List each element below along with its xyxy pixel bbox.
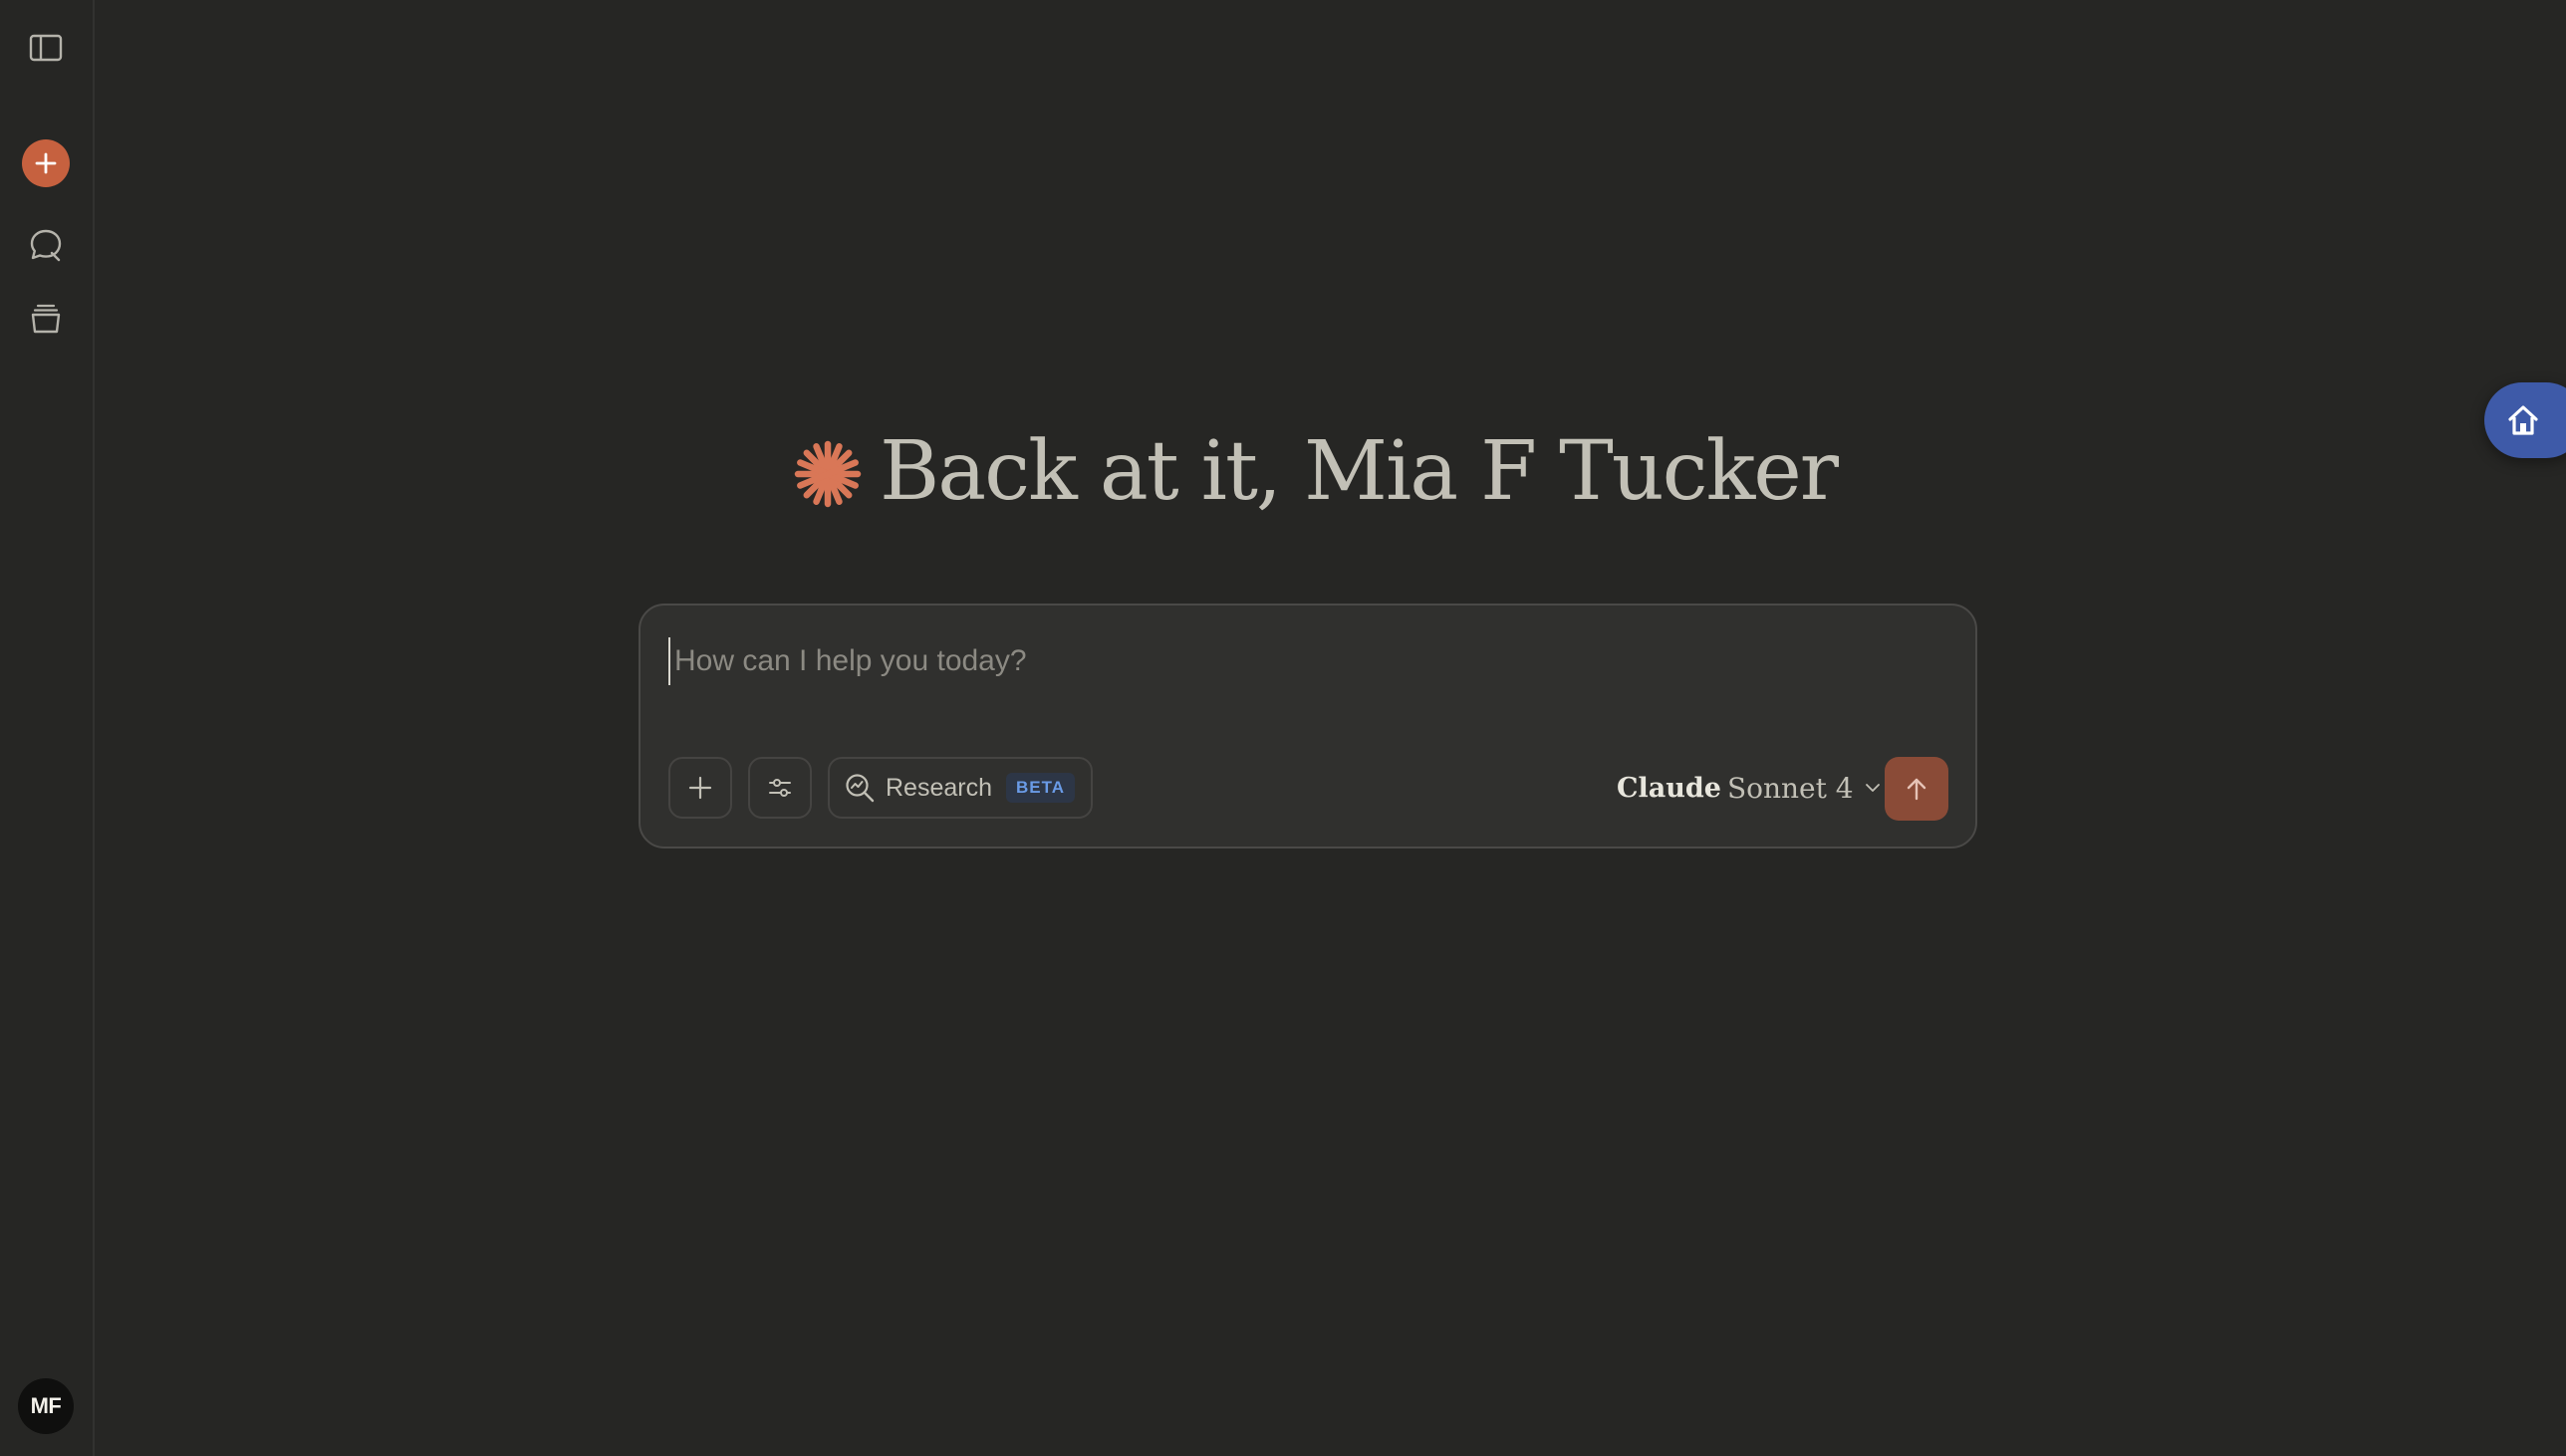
home-icon [2508,405,2538,435]
chat-bubble-icon [30,229,62,262]
model-name: Sonnet 4 [1726,771,1854,805]
projects-button[interactable] [18,291,74,347]
add-content-button[interactable] [668,757,732,819]
new-chat-button[interactable] [18,135,74,191]
tools-button[interactable] [748,757,812,819]
composer: Research BETA Claude Sonnet 4 [639,604,1977,849]
sidebar-toggle-icon [29,34,63,62]
chats-button[interactable] [18,217,74,273]
model-brand: Claude [1617,772,1721,804]
arrow-up-icon [1907,778,1926,801]
chevron-down-icon [1865,784,1880,792]
sliders-icon [769,779,791,797]
search-spark-icon [846,774,875,803]
research-label: Research [886,773,992,802]
prompt-input[interactable] [668,637,1949,685]
user-avatar[interactable]: MF [18,1378,74,1434]
sidebar-toggle-button[interactable] [18,20,74,76]
claude-spark-icon [794,440,862,508]
research-button[interactable]: Research BETA [828,757,1093,819]
greeting-text: Back at it, Mia F Tucker [880,423,1839,519]
plus-icon [35,152,57,174]
home-floating-button[interactable] [2484,382,2566,458]
send-button[interactable] [1885,757,1948,821]
new-chat-circle [22,139,70,187]
archive-box-icon [31,304,61,334]
greeting: Back at it, Mia F Tucker [792,416,1839,526]
model-selector[interactable]: Claude Sonnet 4 [1617,763,1882,813]
plus-icon [688,776,712,800]
beta-badge: BETA [1006,773,1076,803]
sidebar: MF [0,0,95,1456]
